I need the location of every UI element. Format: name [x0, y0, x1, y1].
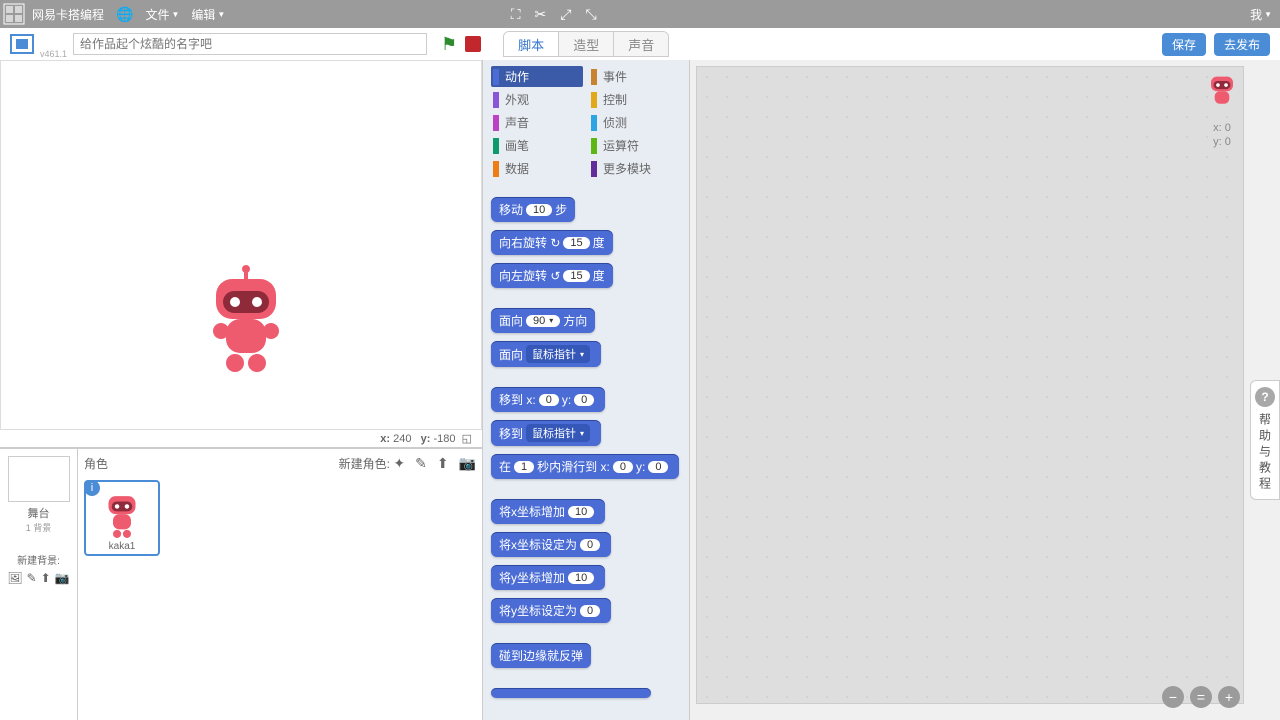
block-palette: 动作事件外观控制声音侦测画笔运算符数据更多模块 移动10步 向右旋转 ↻15度 … [482, 60, 690, 720]
category-事件[interactable]: 事件 [589, 66, 681, 87]
block-change-x[interactable]: 将x坐标增加10 [491, 499, 605, 524]
project-title-input[interactable] [73, 33, 427, 55]
stamp-icon[interactable]: ⛶ [511, 6, 521, 23]
block-goto-xy[interactable]: 移到 x:0y:0 [491, 387, 605, 412]
sprite-library-icon[interactable]: ✦ [393, 455, 405, 472]
app-logo [0, 0, 28, 28]
block-turn-left[interactable]: 向左旋转 ↺15度 [491, 263, 613, 288]
stage-canvas[interactable] [0, 60, 482, 430]
stage-thumbnail[interactable] [9, 457, 69, 501]
stage-column: x: 240 y: -180 ◱ 舞台 1 背景 新建背景: 🖼 ✎ ⬆ 📷 角… [0, 60, 482, 720]
zoom-in-icon[interactable]: + [1218, 686, 1240, 708]
category-更多模块[interactable]: 更多模块 [589, 158, 681, 179]
menu-file[interactable]: 文件▼ [145, 6, 179, 23]
stage-coords: x: 240 y: -180 ◱ [0, 430, 482, 448]
sprite-upload-icon[interactable]: ⬆ [437, 455, 449, 472]
green-flag-icon[interactable]: ⚑ [441, 34, 457, 55]
block-set-y[interactable]: 将y坐标设定为0 [491, 598, 611, 623]
sprite-on-stage[interactable] [201, 261, 291, 381]
stop-icon[interactable] [465, 36, 481, 52]
block-set-x[interactable]: 将x坐标设定为0 [491, 532, 611, 557]
tab-script[interactable]: 脚本 [504, 32, 559, 56]
category-运算符[interactable]: 运算符 [589, 135, 681, 156]
category-数据[interactable]: 数据 [491, 158, 583, 179]
menu-edit[interactable]: 编辑▼ [191, 6, 225, 23]
help-icon[interactable]: ? [1255, 387, 1275, 407]
sprite-paint-icon[interactable]: ✎ [415, 455, 427, 472]
top-menu-bar: 网易卡搭编程 🌐 文件▼ 编辑▼ ⛶ ✂ ⤢ ⤡ 我▼ [0, 0, 1280, 28]
block-partial[interactable] [491, 688, 651, 698]
zoom-out-icon[interactable]: − [1162, 686, 1184, 708]
grow-icon[interactable]: ⤢ [560, 6, 571, 23]
editor-tabs: 脚本 造型 声音 [503, 31, 669, 57]
scissors-icon[interactable]: ✂ [535, 6, 547, 23]
sprite-info-icon[interactable]: i [84, 480, 100, 496]
stage-size-icon[interactable] [6, 28, 38, 60]
language-icon[interactable]: 🌐 [116, 6, 133, 23]
bg-upload-icon[interactable]: ⬆ [41, 571, 51, 585]
save-button[interactable]: 保存 [1162, 33, 1206, 56]
block-turn-right[interactable]: 向右旋转 ↻15度 [491, 230, 613, 255]
block-move[interactable]: 移动10步 [491, 197, 575, 222]
category-grid: 动作事件外观控制声音侦测画笔运算符数据更多模块 [483, 60, 689, 189]
app-brand: 网易卡搭编程 [32, 6, 104, 23]
block-goto[interactable]: 移到鼠标指针▾ [491, 420, 601, 446]
block-change-y[interactable]: 将y坐标增加10 [491, 565, 605, 590]
tab-costume[interactable]: 造型 [559, 32, 614, 56]
bg-paint-icon[interactable]: ✎ [27, 571, 37, 585]
category-侦测[interactable]: 侦测 [589, 112, 681, 133]
block-bounce[interactable]: 碰到边缘就反弹 [491, 643, 591, 668]
user-menu[interactable]: 我▼ [1250, 6, 1272, 23]
sprite-list: 角色 新建角色: ✦ ✎ ⬆ 📷 i [78, 449, 482, 720]
publish-button[interactable]: 去发布 [1214, 33, 1270, 56]
category-动作[interactable]: 动作 [491, 66, 583, 87]
block-point-dir[interactable]: 面向90▾方向 [491, 308, 595, 333]
category-声音[interactable]: 声音 [491, 112, 583, 133]
block-point-towards[interactable]: 面向鼠标指针▾ [491, 341, 601, 367]
zoom-controls: − = + [1162, 686, 1240, 708]
block-list[interactable]: 移动10步 向右旋转 ↻15度 向左旋转 ↺15度 面向90▾方向 面向鼠标指针… [483, 189, 689, 720]
stage-panel: 舞台 1 背景 新建背景: 🖼 ✎ ⬆ 📷 [0, 449, 78, 720]
category-外观[interactable]: 外观 [491, 89, 583, 110]
script-canvas[interactable] [696, 66, 1244, 704]
bg-library-icon[interactable]: 🖼 [7, 571, 22, 585]
sprite-preview: x: 0y: 0 [1202, 70, 1242, 149]
help-tab[interactable]: ? 帮助与教程 [1250, 380, 1280, 500]
tab-sound[interactable]: 声音 [614, 32, 668, 56]
version-label: v461.1 [40, 49, 67, 59]
toolbar-tools: ⛶ ✂ ⤢ ⤡ [511, 6, 597, 23]
zoom-reset-icon[interactable]: = [1190, 686, 1212, 708]
category-画笔[interactable]: 画笔 [491, 135, 583, 156]
project-header: v461.1 ⚑ 脚本 造型 声音 保存 去发布 [0, 28, 1280, 60]
sprite-camera-icon[interactable]: 📷 [459, 455, 476, 472]
script-area: x: 0y: 0 ? 帮助与教程 − = + ⬉ [690, 60, 1280, 720]
shrink-icon[interactable]: ⤡ [585, 6, 596, 23]
sprite-card[interactable]: i kaka1 [84, 480, 160, 556]
category-控制[interactable]: 控制 [589, 89, 681, 110]
block-glide[interactable]: 在1秒内滑行到 x:0y:0 [491, 454, 679, 479]
bg-camera-icon[interactable]: 📷 [55, 571, 70, 585]
